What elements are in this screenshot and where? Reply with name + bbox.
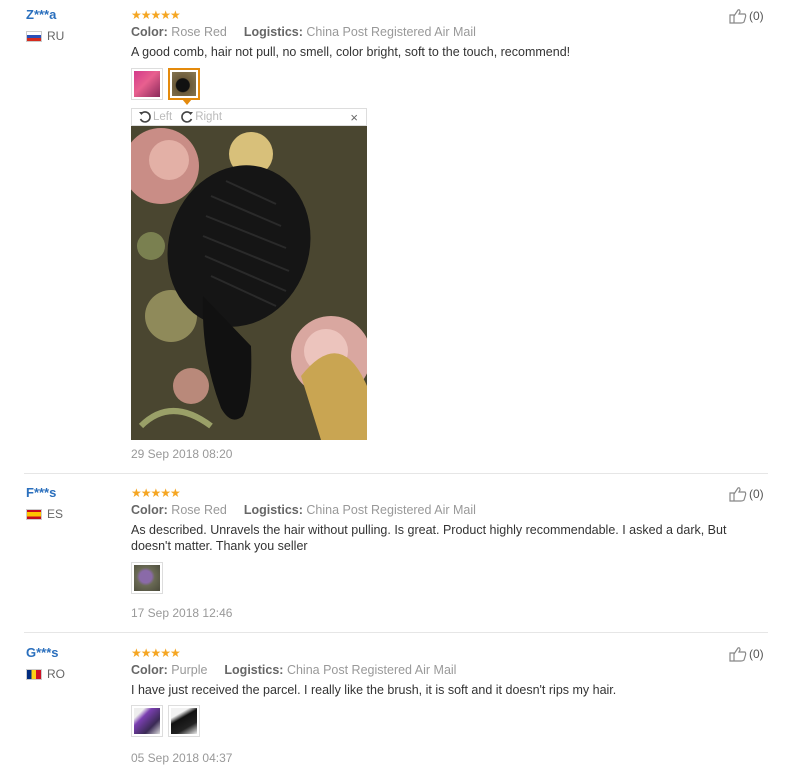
photo-thumbnail[interactable] — [131, 68, 163, 100]
country-code: RU — [47, 29, 65, 43]
star-rating: ★★★★★ — [131, 486, 181, 500]
logistics-label: Logistics: — [243, 25, 303, 39]
rotate-left-label: Left — [153, 111, 173, 123]
rotate-right-icon — [181, 111, 194, 123]
star-rating: ★★★★★ — [131, 646, 181, 660]
photo-thumbnail-selected[interactable] — [168, 68, 200, 100]
review-divider — [24, 473, 768, 474]
close-icon[interactable]: × — [350, 110, 358, 125]
logistics-label: Logistics: — [243, 503, 303, 517]
reviewer-name[interactable]: G***s — [26, 645, 59, 660]
review-date: 29 Sep 2018 08:20 — [131, 447, 233, 461]
review-text: As described. Unravels the hair without … — [131, 523, 727, 553]
helpful-count: (0) — [749, 487, 764, 501]
rotate-right-label: Right — [195, 111, 223, 123]
color-value: Rose Red — [171, 503, 227, 517]
rotate-left-icon — [139, 111, 151, 123]
thumbs-up-icon — [729, 647, 747, 662]
country-code: ES — [47, 507, 64, 521]
rotate-left-button[interactable]: Left — [138, 110, 172, 124]
reviewer-country: RU — [26, 29, 64, 43]
reviewer-name[interactable]: Z***a — [26, 7, 56, 22]
color-label: Color: — [131, 663, 168, 677]
helpful-button[interactable]: (0) — [729, 486, 764, 502]
review-meta: Color: Rose Red Logistics: China Post Re… — [131, 503, 476, 517]
helpful-button[interactable]: (0) — [729, 8, 764, 24]
color-value: Purple — [171, 663, 208, 677]
review-divider — [24, 632, 768, 633]
review-meta: Color: Purple Logistics: China Post Regi… — [131, 663, 456, 677]
hairbrush-photo — [131, 126, 367, 440]
logistics-label: Logistics: — [224, 663, 284, 677]
photo-thumbnail[interactable] — [168, 705, 200, 737]
helpful-button[interactable]: (0) — [729, 646, 764, 662]
helpful-count: (0) — [749, 647, 764, 661]
thumbs-up-icon — [729, 9, 747, 24]
logistics-value: China Post Registered Air Mail — [306, 503, 476, 517]
review-photos — [131, 562, 163, 594]
helpful-count: (0) — [749, 9, 764, 23]
flag-es-icon — [26, 508, 42, 520]
star-rating: ★★★★★ — [131, 8, 181, 22]
review-date: 17 Sep 2018 12:46 — [131, 606, 233, 620]
reviewer-country: RO — [26, 667, 65, 681]
selected-pointer — [182, 99, 192, 105]
review-photo-large — [131, 126, 367, 440]
review-photos — [131, 68, 200, 100]
flag-ro-icon — [26, 668, 42, 680]
color-label: Color: — [131, 25, 168, 39]
review-photos — [131, 705, 200, 737]
reviewer-name[interactable]: F***s — [26, 485, 56, 500]
photo-thumbnail[interactable] — [131, 705, 163, 737]
logistics-value: China Post Registered Air Mail — [286, 663, 457, 677]
logistics-value: China Post Registered Air Mail — [306, 25, 476, 39]
flag-ru-icon — [26, 30, 42, 42]
image-viewer-toolbar: Left Right × — [131, 108, 367, 126]
rotate-right-button[interactable]: Right — [180, 110, 222, 124]
review-text: A good comb, hair not pull, no smell, co… — [131, 45, 571, 59]
color-value: Rose Red — [171, 25, 227, 39]
photo-thumbnail[interactable] — [131, 562, 163, 594]
color-label: Color: — [131, 503, 168, 517]
country-code: RO — [47, 667, 65, 681]
review-text: I have just received the parcel. I reall… — [131, 683, 617, 697]
thumbs-up-icon — [729, 487, 747, 502]
review-date: 05 Sep 2018 04:37 — [131, 751, 233, 765]
review-meta: Color: Rose Red Logistics: China Post Re… — [131, 25, 476, 39]
reviewer-country: ES — [26, 507, 63, 521]
